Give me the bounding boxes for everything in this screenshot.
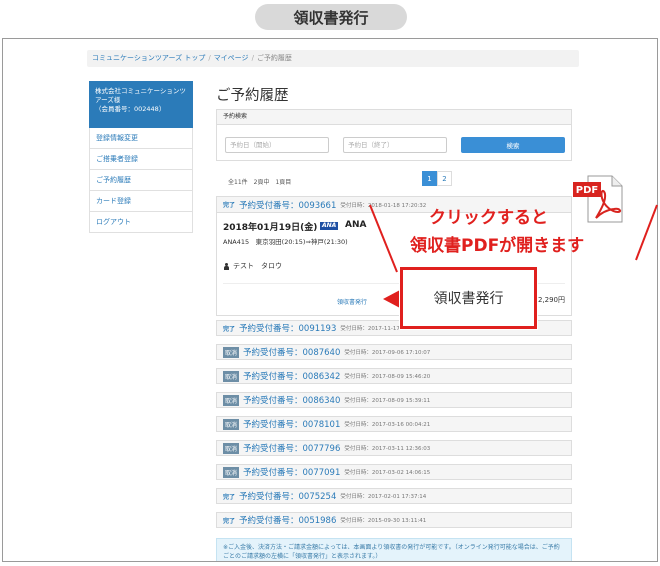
receipt-issue-button-highlight[interactable]: 領収書発行: [400, 267, 537, 329]
reservation-number[interactable]: 予約受付番号：0078101: [243, 418, 340, 430]
received-date: 受付日時：2017-03-11 12:36:03: [344, 446, 431, 452]
callout-text-click: クリックすると: [429, 208, 548, 228]
result-count: 全11件 2頁中 1頁目: [228, 179, 292, 186]
search-panel: 予約検索 検索: [216, 109, 572, 161]
airline-name: ANA: [345, 220, 367, 230]
passenger-name: テスト タロウ: [233, 262, 282, 270]
reservation-row: 取消 予約受付番号：0077796 受付日時：2017-03-11 12:36:03: [216, 440, 572, 456]
sidebar-item-reservations[interactable]: ご予約履歴: [89, 170, 193, 191]
sidebar: 株式会社コミュニケーションツアーズ様 （会員番号：002448） 登録情報変更 …: [89, 81, 193, 233]
status-badge: 取消: [223, 466, 240, 478]
status-badge: 取消: [223, 370, 240, 382]
status-badge: 完了: [223, 493, 236, 501]
pdf-file-icon: PDF: [573, 175, 623, 223]
breadcrumb-separator: /: [251, 54, 254, 62]
received-date: 受付日時：2018-01-18 17:20:32: [340, 202, 427, 209]
status-badge: 取消: [223, 394, 240, 406]
reservation-number[interactable]: 予約受付番号：0075254: [239, 490, 336, 502]
price: 2,290円: [537, 296, 565, 304]
results-summary: 全11件 2頁中 1頁目 1 2: [216, 167, 572, 193]
status-badge: 完了: [223, 202, 236, 209]
callout-text-opens-pdf: 領収書PDFが開きます: [410, 236, 585, 256]
sidebar-item-profile[interactable]: 登録情報変更: [89, 128, 193, 149]
received-date: 受付日時：2015-09-30 13:11:41: [340, 518, 427, 524]
received-date: 受付日時：2017-02-01 17:37:14: [340, 494, 427, 500]
search-heading: 予約検索: [217, 110, 571, 125]
receipt-notice: ※ご入金後、決済方法・ご請求金額によっては、本画面より領収書の発行が可能です。（…: [216, 538, 572, 561]
reservation-row: 取消 予約受付番号：0086342 受付日時：2017-08-09 15:46:20: [216, 368, 572, 384]
reservation-row: 取消 予約受付番号：0078101 受付日時：2017-03-16 00:04:21: [216, 416, 572, 432]
pagination: 1 2: [422, 171, 452, 186]
passenger: テスト タロウ: [223, 261, 282, 271]
arrow-left-icon: [383, 290, 400, 308]
breadcrumb-top[interactable]: コミュニケーションツアーズ トップ: [92, 54, 205, 62]
breadcrumb-separator: /: [208, 54, 211, 62]
company-name: 株式会社コミュニケーションツアーズ様: [95, 87, 186, 104]
reservation-number[interactable]: 予約受付番号：0077091: [243, 466, 340, 478]
reservation-number[interactable]: 予約受付番号：0087640: [243, 346, 340, 358]
banner-title: 領収書発行: [255, 4, 407, 30]
person-icon: [223, 262, 230, 270]
page-1-button[interactable]: 1: [422, 171, 437, 186]
date-from-input[interactable]: [225, 137, 329, 153]
search-button[interactable]: 検索: [461, 137, 565, 153]
received-date: 受付日時：2017-11-17: [340, 326, 400, 332]
ana-logo-icon: ANA: [320, 222, 339, 230]
receipt-issue-link[interactable]: 領収書発行: [337, 297, 367, 306]
page-2-button[interactable]: 2: [437, 171, 452, 186]
status-badge: 取消: [223, 442, 240, 454]
status-badge: 取消: [223, 346, 240, 358]
sidebar-account: 株式会社コミュニケーションツアーズ様 （会員番号：002448）: [89, 81, 193, 128]
page-title: ご予約履歴: [216, 88, 289, 104]
received-date: 受付日時：2017-08-09 15:46:20: [344, 374, 431, 380]
received-date: 受付日時：2017-03-02 14:06:15: [344, 470, 431, 476]
reservation-row: 完了 予約受付番号：0075254 受付日時：2017-02-01 17:37:14: [216, 488, 572, 504]
date-to-input[interactable]: [343, 137, 447, 153]
pdf-label: PDF: [576, 185, 598, 196]
received-date: 受付日時：2017-08-09 15:39:11: [344, 398, 431, 404]
breadcrumb: コミュニケーションツアーズ トップ / マイページ / ご予約履歴: [87, 50, 579, 67]
sidebar-item-logout[interactable]: ログアウト: [89, 212, 193, 233]
member-number: （会員番号：002448）: [95, 105, 166, 113]
status-badge: 完了: [223, 517, 236, 525]
browser-frame: コミュニケーションツアーズ トップ / マイページ / ご予約履歴 株式会社コミュニケー…: [2, 38, 658, 562]
reservation-row: 取消 予約受付番号：0087640 受付日時：2017-09-06 17:10:07: [216, 344, 572, 360]
reservation-row: 完了 予約受付番号：0051986 受付日時：2015-09-30 13:11:41: [216, 512, 572, 528]
breadcrumb-current: ご予約履歴: [256, 54, 292, 62]
status-badge: 取消: [223, 418, 240, 430]
reservation-number[interactable]: 予約受付番号：0051986: [239, 514, 336, 526]
sidebar-item-passengers[interactable]: ご搭乗者登録: [89, 149, 193, 170]
reservation-row: 取消 予約受付番号：0077091 受付日時：2017-03-02 14:06:15: [216, 464, 572, 480]
reservation-number[interactable]: 予約受付番号：0086342: [243, 370, 340, 382]
sidebar-item-card[interactable]: カード登録: [89, 191, 193, 212]
flight-route: ANA415 東京羽田(20:15)⇒神戸(21:30): [223, 238, 348, 246]
received-date: 受付日時：2017-03-16 00:04:21: [344, 422, 431, 428]
received-date: 受付日時：2017-09-06 17:10:07: [344, 350, 431, 356]
reservation-number[interactable]: 予約受付番号：0086340: [243, 394, 340, 406]
reservation-number[interactable]: 予約受付番号：0077796: [243, 442, 340, 454]
flight-date: 2018年01月19日(金): [223, 223, 318, 233]
status-badge: 完了: [223, 325, 236, 333]
reservation-number[interactable]: 予約受付番号：0093661: [239, 199, 336, 211]
reservation-row: 取消 予約受付番号：0086340 受付日時：2017-08-09 15:39:11: [216, 392, 572, 408]
breadcrumb-mypage[interactable]: マイページ: [214, 54, 249, 62]
reservation-list: 完了 予約受付番号：0091193 受付日時：2017-11-17 取消 予約受付番号：…: [216, 320, 572, 528]
reservation-number[interactable]: 予約受付番号：0091193: [239, 322, 336, 334]
